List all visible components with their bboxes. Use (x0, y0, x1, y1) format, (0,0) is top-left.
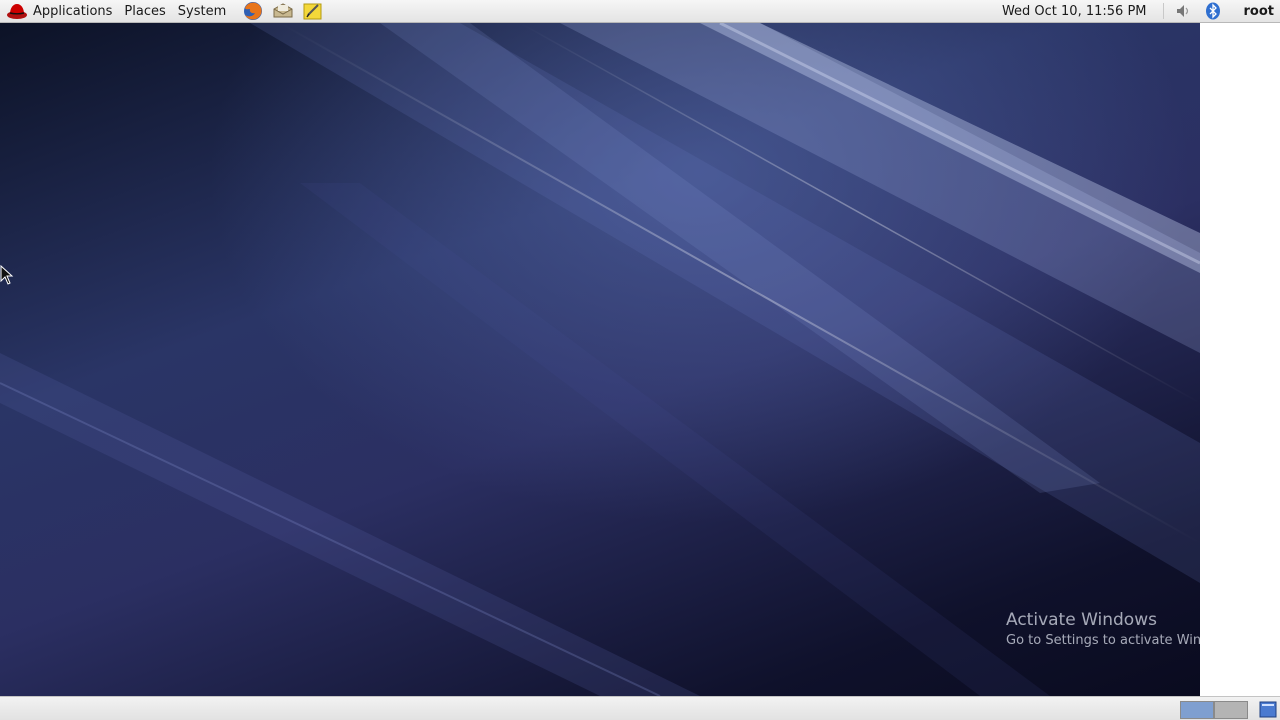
notes-icon (303, 3, 322, 20)
firefox-icon (244, 2, 263, 20)
panel-separator (1162, 3, 1164, 19)
volume-icon (1176, 5, 1188, 17)
activation-watermark: Activate Windows Go to Settings to activ… (1006, 610, 1200, 648)
show-desktop-icon (1259, 701, 1277, 718)
mouse-cursor-icon (0, 265, 14, 285)
workspace-switcher (1180, 701, 1248, 719)
system-label: System (177, 3, 227, 19)
redhat-icon (7, 4, 27, 19)
applications-menu[interactable]: Applications (0, 0, 118, 22)
places-label: Places (124, 3, 166, 19)
bluetooth-icon (1205, 2, 1220, 20)
firefox-launcher[interactable] (242, 1, 264, 21)
watermark-subtitle: Go to Settings to activate Windows. (1006, 633, 1200, 648)
show-desktop-button[interactable] (1258, 700, 1278, 719)
bottom-panel (0, 696, 1280, 720)
bluetooth-control[interactable] (1204, 2, 1222, 20)
launcher-group (238, 1, 328, 21)
volume-control[interactable] (1174, 2, 1192, 20)
clock[interactable]: Wed Oct 10, 11:56 PM (990, 4, 1159, 19)
notes-launcher[interactable] (302, 1, 324, 21)
panel-right: Wed Oct 10, 11:56 PM root (990, 0, 1280, 22)
places-menu[interactable]: Places (118, 0, 171, 22)
workspace-2[interactable] (1214, 701, 1248, 719)
mail-icon (273, 3, 293, 18)
workspace-1[interactable] (1180, 701, 1214, 719)
mail-launcher[interactable] (272, 1, 294, 21)
main-menu: Applications Places System (0, 0, 232, 22)
system-menu[interactable]: System (172, 0, 232, 22)
screen-margin (1200, 23, 1280, 696)
applications-label: Applications (33, 3, 113, 19)
top-panel: Applications Places System Wed Oct 10, 1… (0, 0, 1280, 23)
wallpaper-streaks (0, 23, 1200, 696)
desktop[interactable]: Activate Windows Go to Settings to activ… (0, 23, 1200, 696)
user-menu[interactable]: root (1228, 4, 1280, 19)
watermark-title: Activate Windows (1006, 610, 1157, 630)
